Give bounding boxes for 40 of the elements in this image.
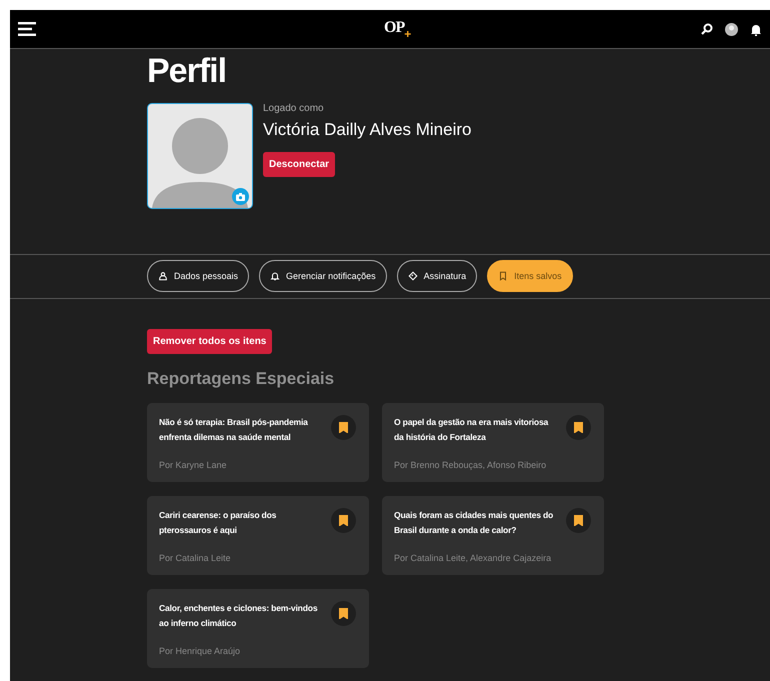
- article-card[interactable]: Calor, enchentes e ciclones: bem-vindos ao inferno climático Por Henrique Araújo: [147, 589, 369, 668]
- search-icon[interactable]: [701, 23, 713, 35]
- article-byline: Por Brenno Rebouças, Afonso Ribeiro: [394, 460, 548, 470]
- logo[interactable]: OP+: [384, 19, 412, 37]
- article-title[interactable]: Cariri cearense: o paraíso dos pterossauros é aqui: [159, 508, 323, 546]
- article-card[interactable]: O papel da gestão na era mais vitoriosa da história do Fortaleza Por Brenno Rebouças, Afonso Ribeiro: [382, 403, 604, 482]
- article-byline: Por Catalina Leite: [159, 553, 232, 563]
- profile-tab[interactable]: Gerenciar notificações: [259, 260, 387, 292]
- article-title[interactable]: Calor, enchentes e ciclones: bem-vindos ao inferno climático: [159, 601, 323, 638]
- profile-tab[interactable]: Itens salvos: [487, 260, 573, 292]
- section-title: Reportagens Especiais: [147, 369, 336, 389]
- menu-icon[interactable]: [18, 22, 36, 36]
- profile-tab[interactable]: Dados pessoais: [147, 260, 250, 292]
- article-byline: Por Catalina Leite, Alexandre Cajazeira: [394, 553, 552, 563]
- avatar-icon[interactable]: [725, 22, 738, 36]
- bell-icon: [270, 271, 280, 281]
- person-icon: [158, 271, 168, 281]
- remove-all-button[interactable]: Remover todos os itens: [147, 329, 272, 354]
- bookmark-button[interactable]: [566, 415, 591, 440]
- logout-button[interactable]: Desconectar: [263, 152, 336, 177]
- page-title: Perfil: [147, 51, 228, 91]
- camera-icon[interactable]: [232, 188, 249, 205]
- logged-in-caption: Logado como: [263, 103, 324, 114]
- article-byline: Por Karyne Lane: [159, 460, 228, 470]
- article-title[interactable]: O papel da gestão na era mais vitoriosa da história do Fortaleza: [394, 415, 558, 452]
- article-title[interactable]: Quais foram as cidades mais quentes do Brasil durante a onda de calor?: [394, 508, 558, 546]
- profile-tab[interactable]: Assinatura: [396, 260, 478, 292]
- article-title[interactable]: Não é só terapia: Brasil pós-pandemia enfrenta dilemas na saúde mental: [159, 415, 323, 452]
- bookmark-button[interactable]: [331, 508, 356, 533]
- article-card[interactable]: Não é só terapia: Brasil pós-pandemia enfrenta dilemas na saúde mental Por Karyne Lane: [147, 403, 369, 482]
- article-byline: Por Henrique Araújo: [159, 646, 242, 656]
- article-card[interactable]: Quais foram as cidades mais quentes do Brasil durante a onda de calor? Por Catalina Leite, Alexandre Cajazeira: [382, 496, 604, 575]
- bookmark-button[interactable]: [331, 415, 356, 440]
- bookmark-button[interactable]: [331, 601, 356, 626]
- bookmark-button[interactable]: [566, 508, 591, 533]
- ticket-icon: [408, 271, 418, 281]
- bell-icon[interactable]: [750, 22, 762, 36]
- article-card[interactable]: Cariri cearense: o paraíso dos pterossauros é aqui Por Catalina Leite: [147, 496, 369, 575]
- bookmark-icon: [498, 271, 508, 281]
- user-name: Victória Dailly Alves Mineiro: [263, 120, 472, 140]
